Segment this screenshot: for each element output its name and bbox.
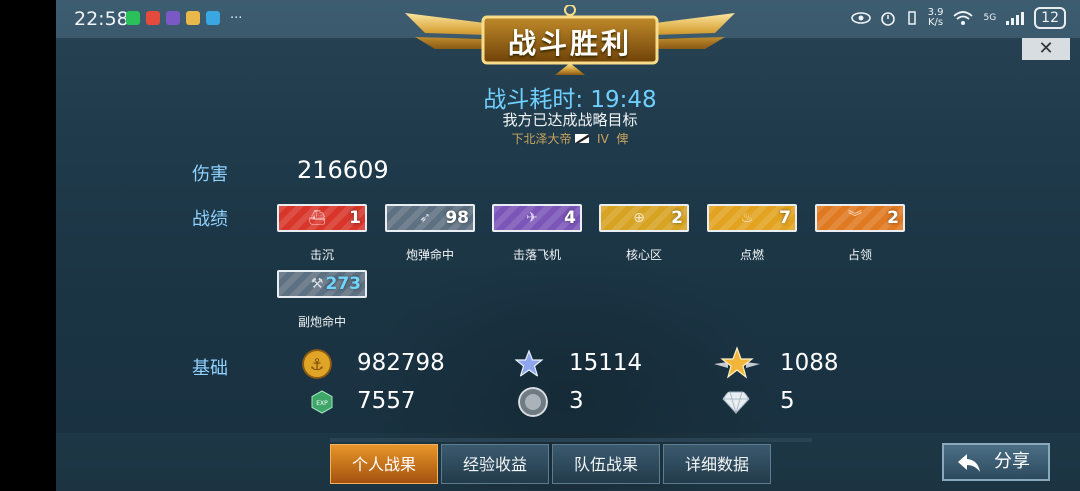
silver-medal-value: 3 bbox=[569, 388, 584, 414]
tab-detailed-data[interactable]: 详细数据 bbox=[663, 444, 771, 484]
medal-label: 副炮命中 bbox=[297, 315, 346, 329]
medal-shell-hits[interactable]: ➶ 98 bbox=[385, 204, 475, 232]
medal-label: 占领 bbox=[847, 248, 872, 262]
gold-coin-icon: ⚓ bbox=[302, 349, 332, 379]
more-notifications: ··· bbox=[230, 11, 243, 26]
close-button[interactable]: ✕ bbox=[1022, 38, 1070, 60]
capture-icon: ︾ bbox=[848, 210, 862, 226]
exp-value: 7557 bbox=[357, 388, 416, 414]
exp-badge-text: EXP bbox=[316, 400, 328, 407]
share-label: 分享 bbox=[994, 451, 1030, 472]
medal-count: 2 bbox=[671, 208, 683, 228]
damage-value: 216609 bbox=[297, 156, 389, 184]
sinking-ship-icon: ⛴ bbox=[308, 210, 326, 226]
medal-count: 2 bbox=[887, 208, 899, 228]
ship-info: 下北泽大帝 IV 俾 bbox=[470, 130, 670, 147]
net-speed-unit: K/s bbox=[927, 17, 944, 28]
diamond-icon bbox=[722, 391, 750, 414]
status-right: 3.9 K/s 5G 12 bbox=[850, 7, 1066, 29]
planes-icon: ✈ bbox=[526, 210, 538, 226]
blue-star-icon bbox=[514, 349, 544, 378]
notification-icons: ··· bbox=[126, 11, 242, 26]
medal-label: 击沉 bbox=[309, 248, 334, 262]
app-notify-icon bbox=[166, 11, 180, 25]
medal-label: 点燃 bbox=[739, 248, 764, 262]
medal-count: 4 bbox=[564, 208, 576, 228]
tab-team-results[interactable]: 队伍战果 bbox=[552, 444, 660, 484]
tab-personal-results[interactable]: 个人战果 bbox=[330, 444, 438, 484]
medal-capture[interactable]: ︾ 2 bbox=[815, 204, 905, 232]
medal-count: 7 bbox=[779, 208, 791, 228]
basics-label: 基础 bbox=[192, 358, 228, 379]
gold-star-icon bbox=[714, 346, 760, 379]
medal-label: 击落飞机 bbox=[512, 248, 561, 262]
exp-icon: EXP bbox=[311, 390, 333, 414]
share-button[interactable]: 分享 bbox=[942, 443, 1050, 481]
status-time: 22:58 bbox=[74, 8, 129, 30]
wechat-icon bbox=[126, 11, 140, 25]
victory-title: 战斗胜利 bbox=[507, 27, 632, 60]
signal-icon bbox=[1006, 12, 1025, 25]
damage-label: 伤害 bbox=[192, 164, 228, 185]
battery-level: 12 bbox=[1034, 7, 1066, 29]
gold-star-value: 1088 bbox=[780, 350, 839, 376]
medal-fire[interactable]: ♨ 7 bbox=[707, 204, 797, 232]
medal-count: 1 bbox=[349, 208, 361, 228]
medal-planes-downed[interactable]: ✈ 4 bbox=[492, 204, 582, 232]
diamond-value: 5 bbox=[780, 388, 795, 414]
app-notify-icon bbox=[146, 11, 160, 25]
ship-class: 俾 bbox=[616, 132, 629, 146]
medal-secondary-hits[interactable]: ⚒ 273 bbox=[277, 270, 367, 298]
objective-text: 我方已达成战略目标 bbox=[502, 111, 638, 129]
medal-label: 核心区 bbox=[625, 248, 662, 262]
gold-value: 982798 bbox=[357, 350, 445, 376]
silver-medal-icon bbox=[518, 387, 548, 417]
ship-flag-icon bbox=[575, 134, 590, 143]
network-type: 5G bbox=[983, 13, 997, 23]
shell-icon: ➶ bbox=[419, 210, 431, 226]
medal-sink[interactable]: ⛴ 1 bbox=[277, 204, 367, 232]
alarm-icon bbox=[880, 12, 895, 26]
wifi-icon bbox=[953, 11, 974, 25]
ship-name: 下北泽大帝 bbox=[511, 132, 572, 146]
medal-citadel[interactable]: ⊕ 2 bbox=[599, 204, 689, 232]
ship-tier: IV bbox=[597, 132, 609, 146]
citadel-icon: ⊕ bbox=[633, 210, 645, 226]
tab-exp-rewards[interactable]: 经验收益 bbox=[441, 444, 549, 484]
medal-count: 273 bbox=[325, 274, 362, 294]
achievements-label: 战绩 bbox=[192, 209, 228, 230]
left-black-bar bbox=[0, 0, 56, 491]
result-tabs: 个人战果 经验收益 队伍战果 详细数据 bbox=[330, 444, 771, 484]
net-speed: 3.9 K/s bbox=[928, 8, 944, 28]
vibrate-icon bbox=[907, 11, 916, 25]
app-notify-icon bbox=[206, 11, 220, 25]
eye-icon bbox=[850, 12, 871, 24]
fire-icon: ♨ bbox=[740, 210, 754, 226]
medal-label: 炮弹命中 bbox=[405, 248, 454, 262]
medal-count: 98 bbox=[445, 208, 469, 228]
app-notify-icon bbox=[186, 11, 200, 25]
svg-text:⚓: ⚓ bbox=[310, 355, 324, 374]
share-arrow-icon bbox=[958, 454, 980, 472]
tab-frame bbox=[330, 438, 812, 442]
blue-star-value: 15114 bbox=[569, 350, 643, 376]
